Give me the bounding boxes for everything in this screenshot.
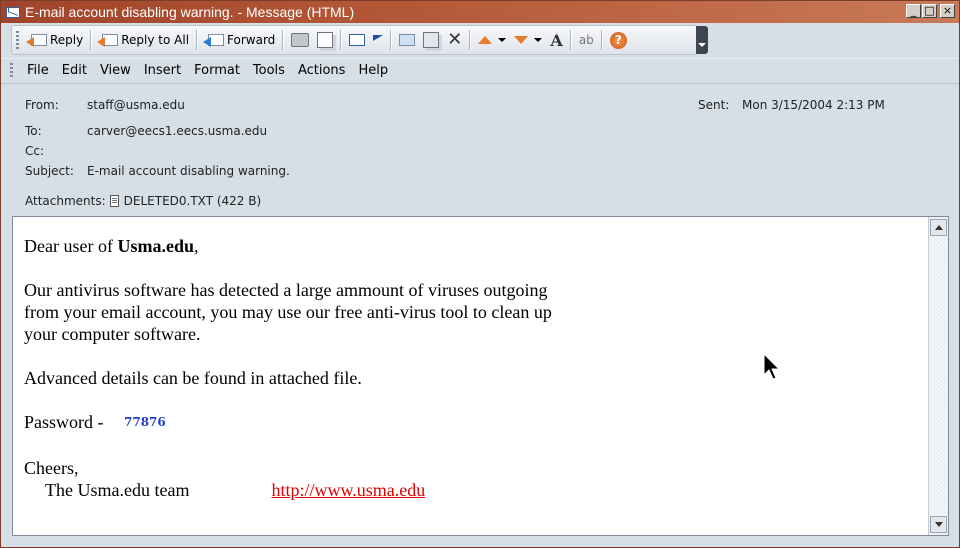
toolbar-separator bbox=[600, 30, 603, 50]
save-button[interactable] bbox=[419, 28, 443, 52]
envelope-icon bbox=[6, 6, 20, 18]
menu-bar: File Edit View Insert Format Tools Actio… bbox=[1, 58, 959, 81]
text-file-icon bbox=[109, 195, 119, 207]
menu-edit[interactable]: Edit bbox=[57, 63, 95, 78]
help-button[interactable]: ? bbox=[606, 28, 631, 52]
signature-line: The Usma.edu team http://www.usma.edu bbox=[24, 479, 552, 501]
from-label: From: bbox=[25, 98, 59, 112]
copy-button[interactable] bbox=[313, 28, 337, 52]
window-title: E-mail account disabling warning. - Mess… bbox=[25, 4, 355, 20]
title-bar: E-mail account disabling warning. - Mess… bbox=[1, 1, 959, 23]
menu-file[interactable]: File bbox=[22, 63, 57, 78]
greeting: Dear user of Usma.edu, bbox=[24, 235, 552, 257]
toolbar-separator bbox=[340, 30, 343, 50]
reply-all-icon bbox=[97, 31, 119, 49]
forward-label: Forward bbox=[227, 33, 276, 47]
menu-help[interactable]: Help bbox=[353, 63, 396, 78]
forward-button[interactable]: Forward bbox=[201, 28, 279, 52]
password-label: Password - bbox=[24, 412, 108, 432]
message-text: Dear user of Usma.edu, Our antivirus sof… bbox=[24, 235, 552, 501]
forward-icon bbox=[203, 31, 225, 49]
reply-label: Reply bbox=[50, 33, 84, 47]
font-size-icon: A bbox=[550, 30, 563, 50]
reply-icon bbox=[26, 31, 47, 49]
toolbar-separator bbox=[390, 30, 393, 50]
scroll-up-button[interactable] bbox=[930, 219, 947, 236]
previous-item-button[interactable] bbox=[474, 28, 510, 52]
body-line-3: your computer software. bbox=[24, 324, 201, 344]
attachments-row: Attachments: DELETED0.TXT (422 B) bbox=[25, 194, 261, 208]
flag-icon bbox=[373, 35, 384, 41]
password-value: 77876 bbox=[124, 415, 166, 429]
password-line: Password - 77876 bbox=[24, 411, 552, 435]
delete-icon: ✕ bbox=[447, 29, 463, 50]
signature: The Usma.edu team bbox=[45, 480, 190, 500]
message-window: E-mail account disabling warning. - Mess… bbox=[0, 0, 960, 548]
print-button[interactable] bbox=[287, 28, 313, 52]
translate-icon: ab bbox=[578, 33, 594, 47]
flag-button[interactable] bbox=[369, 28, 387, 52]
chevron-down-icon bbox=[534, 38, 543, 42]
cc-label: Cc: bbox=[25, 144, 45, 158]
maximize-button[interactable]: □ bbox=[922, 4, 937, 18]
move-to-folder-button[interactable] bbox=[345, 28, 369, 52]
font-size-button[interactable]: A bbox=[546, 28, 566, 52]
message-header: From: staff@usma.edu Sent: Mon 3/15/2004… bbox=[1, 83, 959, 216]
menu-actions[interactable]: Actions bbox=[293, 63, 354, 78]
closing: Cheers, bbox=[24, 458, 79, 478]
menu-tools[interactable]: Tools bbox=[248, 63, 293, 78]
toolbar-separator bbox=[196, 30, 199, 50]
standard-toolbar: Reply Reply to All Forward ✕ A ab ? bbox=[11, 25, 708, 55]
translate-button[interactable]: ab bbox=[575, 28, 598, 52]
greeting-suffix: , bbox=[193, 236, 199, 256]
toolbar-options-chevron[interactable] bbox=[696, 26, 708, 54]
window-controls: _ □ × bbox=[906, 4, 955, 18]
toolbar-grip[interactable] bbox=[16, 31, 19, 49]
attachment-item[interactable]: DELETED0.TXT (422 B) bbox=[109, 194, 262, 208]
save-icon bbox=[423, 32, 440, 48]
menu-view[interactable]: View bbox=[95, 63, 139, 78]
toolbar-separator bbox=[569, 30, 572, 50]
attachment-name: DELETED0.TXT (422 B) bbox=[123, 194, 262, 208]
previous-item-icon bbox=[478, 36, 493, 44]
close-button[interactable]: × bbox=[940, 4, 955, 18]
reply-button[interactable]: Reply bbox=[24, 28, 87, 52]
subject-label: Subject: bbox=[25, 164, 74, 178]
sent-value: Mon 3/15/2004 2:13 PM bbox=[742, 98, 885, 112]
details-line: Advanced details can be found in attache… bbox=[24, 368, 362, 388]
reply-all-label: Reply to All bbox=[121, 33, 190, 47]
greeting-domain: Usma.edu bbox=[117, 236, 194, 256]
menu-insert[interactable]: Insert bbox=[139, 63, 189, 78]
file-button[interactable] bbox=[395, 28, 419, 52]
next-item-button[interactable] bbox=[510, 28, 546, 52]
help-icon: ? bbox=[609, 31, 627, 49]
copy-icon bbox=[317, 32, 334, 48]
body-line-2: from your email account, you may use our… bbox=[24, 302, 552, 322]
move-to-folder-icon bbox=[349, 34, 366, 46]
next-item-icon bbox=[514, 36, 529, 44]
from-value[interactable]: staff@usma.edu bbox=[87, 98, 185, 112]
to-value[interactable]: carver@eecs1.eecs.usma.edu bbox=[87, 124, 267, 138]
subject-value: E-mail account disabling warning. bbox=[87, 164, 290, 178]
toolbar-separator bbox=[90, 30, 93, 50]
chevron-down-icon bbox=[498, 38, 507, 42]
message-body[interactable]: Dear user of Usma.edu, Our antivirus sof… bbox=[12, 216, 949, 536]
print-icon bbox=[291, 33, 310, 47]
scroll-down-button[interactable] bbox=[930, 516, 947, 533]
delete-button[interactable]: ✕ bbox=[443, 28, 466, 52]
menu-format[interactable]: Format bbox=[189, 63, 248, 78]
attachments-label: Attachments: bbox=[25, 194, 106, 208]
vertical-scrollbar[interactable] bbox=[928, 217, 948, 535]
menu-grip[interactable] bbox=[10, 63, 13, 77]
to-label: To: bbox=[25, 124, 42, 138]
reply-all-button[interactable]: Reply to All bbox=[95, 28, 193, 52]
body-line-1: Our antivirus software has detected a la… bbox=[24, 280, 548, 300]
greeting-prefix: Dear user of bbox=[24, 236, 118, 256]
toolbar-separator bbox=[282, 30, 285, 50]
minimize-button[interactable]: _ bbox=[906, 4, 921, 18]
file-icon bbox=[399, 34, 416, 46]
sent-label: Sent: bbox=[698, 98, 730, 112]
toolbar-separator bbox=[469, 30, 472, 50]
website-link[interactable]: http://www.usma.edu bbox=[271, 480, 425, 500]
